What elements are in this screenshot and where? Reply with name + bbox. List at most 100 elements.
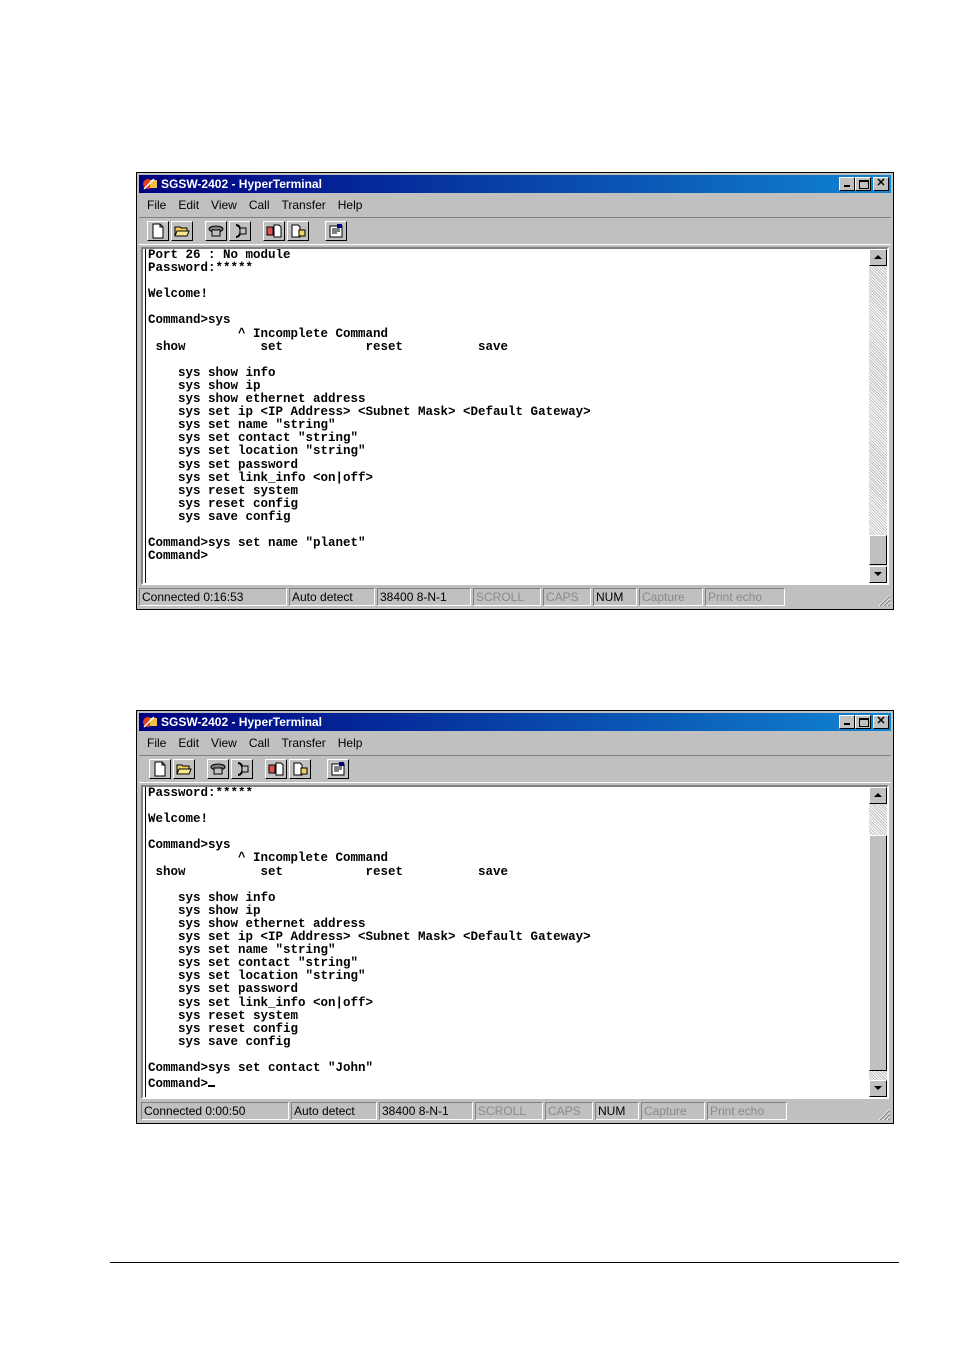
terminal-line: show set reset save [148,339,509,354]
status-emulation: Auto detect [291,1102,377,1120]
terminal-line: sys set link_info <on|off> [148,470,374,485]
receive-file-icon [291,224,306,238]
menu-call[interactable]: Call [243,196,276,214]
terminal-line: sys reset config [148,1021,299,1036]
new-connection-button[interactable] [147,221,169,241]
terminal-line: sys set location "string" [148,444,366,459]
terminal-line: Password:***** [148,787,254,800]
terminal-line: Command>sys [148,313,231,328]
open-folder-icon [174,226,190,237]
vertical-scrollbar[interactable] [869,249,887,583]
menu-transfer[interactable]: Transfer [276,196,332,214]
text-cursor [208,1075,216,1088]
terminal-line: sys save config [148,1034,291,1049]
menu-transfer[interactable]: Transfer [276,734,332,752]
scroll-up-button[interactable] [869,787,887,804]
receive-button[interactable] [287,221,309,241]
disconnect-phone-icon [235,224,247,238]
terminal-output[interactable]: Port 26 : No module Password:***** Welcom… [145,249,865,583]
new-connection-button[interactable] [149,759,171,779]
menu-file[interactable]: File [141,734,172,752]
receive-button[interactable] [289,759,311,779]
terminal-line: sys set link_info <on|off> [148,995,374,1010]
new-document-icon [154,761,166,777]
connect-phone-icon [210,763,226,775]
menu-help[interactable]: Help [332,196,369,214]
connect-phone-icon [208,225,224,237]
terminal-line: sys show info [148,365,276,380]
status-caps: CAPS [543,588,591,606]
menu-view[interactable]: View [205,734,243,752]
terminal-line: sys show ip [148,903,261,918]
arrow-up-icon [874,793,882,797]
menu-call[interactable]: Call [243,734,276,752]
terminal-line: sys reset system [148,1008,299,1023]
maximize-button[interactable] [855,715,871,729]
resize-grip-icon[interactable] [877,593,891,607]
menu-file[interactable]: File [141,196,172,214]
status-connected: Connected 0:00:50 [141,1102,289,1120]
arrow-down-icon [874,1086,882,1090]
properties-icon [329,224,343,238]
status-caps: CAPS [545,1102,593,1120]
send-button[interactable] [265,759,287,779]
close-button[interactable]: ✕ [873,715,889,729]
status-capture: Capture [641,1102,705,1120]
terminal-line: Welcome! [148,287,209,302]
arrow-up-icon [874,255,882,259]
maximize-icon [859,718,869,727]
open-button[interactable] [171,221,193,241]
status-port-settings: 38400 8-N-1 [379,1102,473,1120]
new-document-icon [152,223,164,239]
disconnect-button[interactable] [229,221,251,241]
connect-button[interactable] [205,221,227,241]
send-button[interactable] [263,221,285,241]
properties-button[interactable] [325,221,347,241]
status-scroll: SCROLL [475,1102,543,1120]
close-button[interactable]: ✕ [873,177,889,191]
minimize-button[interactable] [839,177,855,191]
close-icon: ✕ [876,715,886,727]
terminal-area[interactable]: Password:***** Welcome! Command>sys ^ In… [141,785,889,1099]
status-connected: Connected 0:16:53 [139,588,287,606]
terminal-area[interactable]: Port 26 : No module Password:***** Welcom… [141,247,889,585]
menu-edit[interactable]: Edit [172,734,205,752]
scroll-up-button[interactable] [869,249,887,266]
terminal-line: show set reset save [148,864,509,879]
title-bar[interactable]: SGSW-2402 - HyperTerminal ✕ [139,175,891,193]
title-bar[interactable]: SGSW-2402 - HyperTerminal ✕ [139,713,891,731]
scroll-thumb[interactable] [869,835,887,1071]
scroll-thumb[interactable] [869,535,887,565]
menu-help[interactable]: Help [332,734,369,752]
vertical-scrollbar[interactable] [869,787,887,1097]
terminal-output[interactable]: Password:***** Welcome! Command>sys ^ In… [145,787,865,1097]
open-button[interactable] [173,759,195,779]
minimize-icon [844,185,850,187]
open-folder-icon [176,764,192,775]
scroll-down-button[interactable] [869,566,887,583]
minimize-button[interactable] [839,715,855,729]
maximize-button[interactable] [855,177,871,191]
menu-bar: File Edit View Call Transfer Help [141,196,368,214]
properties-button[interactable] [327,759,349,779]
status-bar: Connected 0:16:53 Auto detect 38400 8-N-… [139,587,891,607]
menu-view[interactable]: View [205,196,243,214]
terminal-line: sys reset config [148,496,299,511]
terminal-line: Command> [148,1075,865,1091]
scroll-down-button[interactable] [869,1080,887,1097]
menu-edit[interactable]: Edit [172,196,205,214]
status-num: NUM [595,1102,639,1120]
send-file-icon [266,224,282,238]
disconnect-button[interactable] [231,759,253,779]
hyperterminal-app-icon [143,178,157,190]
status-print-echo: Print echo [705,588,785,606]
connect-button[interactable] [207,759,229,779]
terminal-line: Command> [148,549,209,564]
resize-grip-icon[interactable] [877,1107,891,1121]
arrow-down-icon [874,572,882,576]
